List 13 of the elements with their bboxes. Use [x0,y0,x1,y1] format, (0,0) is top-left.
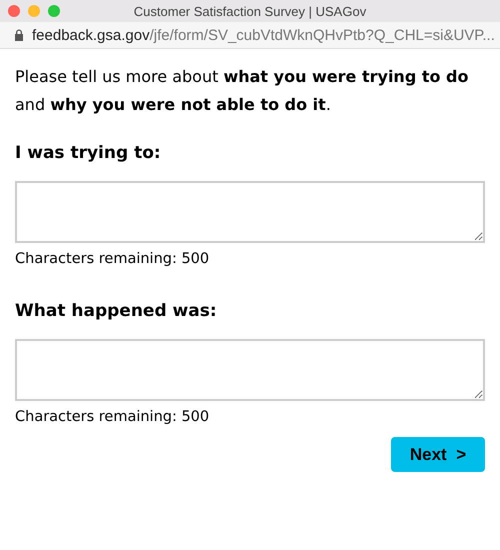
question-label: What happened was: [15,301,218,321]
answer-field[interactable] [15,339,485,401]
close-window-icon[interactable] [8,5,20,17]
answer-field[interactable] [15,181,485,243]
minimize-window-icon[interactable] [28,5,40,17]
maximize-window-icon[interactable] [48,5,60,17]
lock-icon [14,29,24,41]
next-button[interactable]: Next > [391,437,485,472]
characters-remaining: Characters remaining: 500 [15,251,210,267]
characters-remaining: Characters remaining: 500 [15,409,210,425]
question-label: I was trying to: [15,143,162,163]
instruction-text: Please tell us more about what you were trying to do and why you were not able to do it. [15,66,470,116]
window-title: Customer Satisfaction Survey | USAGov [134,4,366,18]
